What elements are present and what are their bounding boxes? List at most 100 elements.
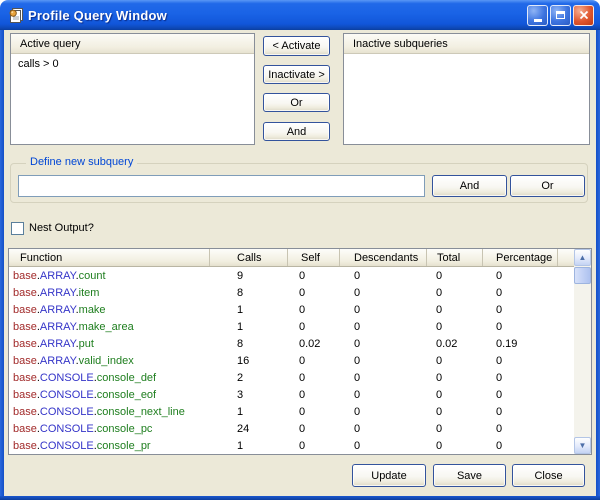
active-query-list[interactable]: calls > 0 — [11, 55, 254, 144]
and-combine-button[interactable]: And — [263, 122, 330, 141]
minimize-button[interactable] — [527, 5, 548, 26]
cell-calls: 1 — [210, 406, 288, 418]
cell-descendants: 0 — [340, 406, 427, 418]
table-row[interactable]: base.CONSOLE.console_eof30000 — [9, 386, 574, 403]
column-header-percentage[interactable]: Percentage — [483, 249, 558, 266]
cell-percentage: 0 — [483, 355, 558, 367]
table-row[interactable]: base.CONSOLE.console_next_line10000 — [9, 403, 574, 420]
cell-self: 0 — [288, 389, 340, 401]
cell-percentage: 0 — [483, 440, 558, 452]
cell-self: 0 — [288, 372, 340, 384]
close-icon — [579, 10, 589, 20]
table-row[interactable]: base.ARRAY.count90000 — [9, 267, 574, 284]
cell-self: 0 — [288, 287, 340, 299]
cell-calls: 1 — [210, 321, 288, 333]
activate-button[interactable]: < Activate — [263, 36, 330, 56]
function-name: base.CONSOLE.console_def — [9, 372, 210, 384]
cell-descendants: 0 — [340, 389, 427, 401]
inactive-subqueries-list[interactable] — [344, 55, 589, 144]
column-header-total[interactable]: Total — [427, 249, 483, 266]
column-header-descendants[interactable]: Descendants — [340, 249, 427, 266]
cell-calls: 8 — [210, 287, 288, 299]
maximize-icon — [556, 11, 565, 19]
cell-descendants: 0 — [340, 338, 427, 350]
titlebar[interactable]: Profile Query Window — [0, 0, 600, 30]
scrollbar-down-icon[interactable]: ▼ — [574, 437, 591, 454]
define-subquery-label: Define new subquery — [26, 156, 137, 168]
cell-total: 0 — [427, 270, 483, 282]
cell-self: 0 — [288, 321, 340, 333]
table-row[interactable]: base.ARRAY.put80.0200.020.19 — [9, 335, 574, 352]
table-scrollbar[interactable]: ▲ ▼ — [574, 249, 591, 454]
cell-descendants: 0 — [340, 355, 427, 367]
function-name: base.ARRAY.item — [9, 287, 210, 299]
cell-calls: 9 — [210, 270, 288, 282]
inactivate-button[interactable]: Inactivate > — [263, 65, 330, 84]
active-query-header: Active query — [11, 34, 254, 54]
table-row[interactable]: base.ARRAY.item80000 — [9, 284, 574, 301]
window-title: Profile Query Window — [28, 8, 525, 23]
table-row[interactable]: base.ARRAY.valid_index160000 — [9, 352, 574, 369]
table-row[interactable]: base.ARRAY.make_area10000 — [9, 318, 574, 335]
column-header-function[interactable]: Function — [9, 249, 210, 266]
cell-calls: 3 — [210, 389, 288, 401]
results-table: Function Calls Self Descendants Total Pe… — [8, 248, 592, 455]
cell-total: 0 — [427, 355, 483, 367]
cell-self: 0 — [288, 423, 340, 435]
table-row[interactable]: base.ARRAY.make10000 — [9, 301, 574, 318]
cell-descendants: 0 — [340, 321, 427, 333]
cell-total: 0 — [427, 406, 483, 418]
cell-self: 0 — [288, 406, 340, 418]
nest-output-row: Nest Output? — [11, 221, 94, 235]
function-name: base.ARRAY.count — [9, 270, 210, 282]
table-row[interactable]: base.CONSOLE.console_pr10000 — [9, 437, 574, 454]
cell-calls: 16 — [210, 355, 288, 367]
or-combine-button[interactable]: Or — [263, 93, 330, 112]
nest-output-checkbox[interactable] — [11, 222, 24, 235]
column-header-self[interactable]: Self — [288, 249, 340, 266]
cell-self: 0 — [288, 304, 340, 316]
cell-calls: 24 — [210, 423, 288, 435]
cell-total: 0 — [427, 304, 483, 316]
cell-total: 0 — [427, 423, 483, 435]
save-button[interactable]: Save — [433, 464, 506, 487]
cell-descendants: 0 — [340, 270, 427, 282]
cell-percentage: 0 — [483, 372, 558, 384]
scrollbar-up-icon[interactable]: ▲ — [574, 249, 591, 266]
nest-output-label[interactable]: Nest Output? — [29, 222, 94, 234]
active-query-panel: Active query calls > 0 — [10, 33, 255, 145]
maximize-button[interactable] — [550, 5, 571, 26]
table-row[interactable]: base.CONSOLE.console_pc240000 — [9, 420, 574, 437]
cell-total: 0.02 — [427, 338, 483, 350]
subquery-input[interactable] — [18, 175, 425, 197]
cell-calls: 2 — [210, 372, 288, 384]
function-name: base.CONSOLE.console_pr — [9, 440, 210, 452]
cell-total: 0 — [427, 440, 483, 452]
cell-self: 0.02 — [288, 338, 340, 350]
column-header-calls[interactable]: Calls — [210, 249, 288, 266]
cell-percentage: 0 — [483, 389, 558, 401]
subquery-or-button[interactable]: Or — [510, 175, 585, 197]
function-name: base.ARRAY.put — [9, 338, 210, 350]
subquery-and-button[interactable]: And — [432, 175, 507, 197]
cell-percentage: 0 — [483, 287, 558, 299]
minimize-icon — [534, 19, 542, 22]
window-border-bottom — [0, 496, 600, 500]
close-button[interactable] — [573, 5, 594, 26]
client-area: Active query calls > 0 < Activate Inacti… — [4, 30, 596, 496]
inactive-subqueries-panel: Inactive subqueries — [343, 33, 590, 145]
table-header: Function Calls Self Descendants Total Pe… — [9, 249, 574, 267]
update-button[interactable]: Update — [352, 464, 426, 487]
function-name: base.ARRAY.make — [9, 304, 210, 316]
function-name: base.CONSOLE.console_eof — [9, 389, 210, 401]
scrollbar-thumb[interactable] — [574, 267, 591, 284]
query-item[interactable]: calls > 0 — [11, 55, 254, 70]
close-action-button[interactable]: Close — [512, 464, 585, 487]
cell-self: 0 — [288, 355, 340, 367]
cell-self: 0 — [288, 440, 340, 452]
function-name: base.ARRAY.make_area — [9, 321, 210, 333]
cell-descendants: 0 — [340, 372, 427, 384]
function-name: base.CONSOLE.console_pc — [9, 423, 210, 435]
table-row[interactable]: base.CONSOLE.console_def20000 — [9, 369, 574, 386]
window-border-right — [596, 30, 600, 500]
